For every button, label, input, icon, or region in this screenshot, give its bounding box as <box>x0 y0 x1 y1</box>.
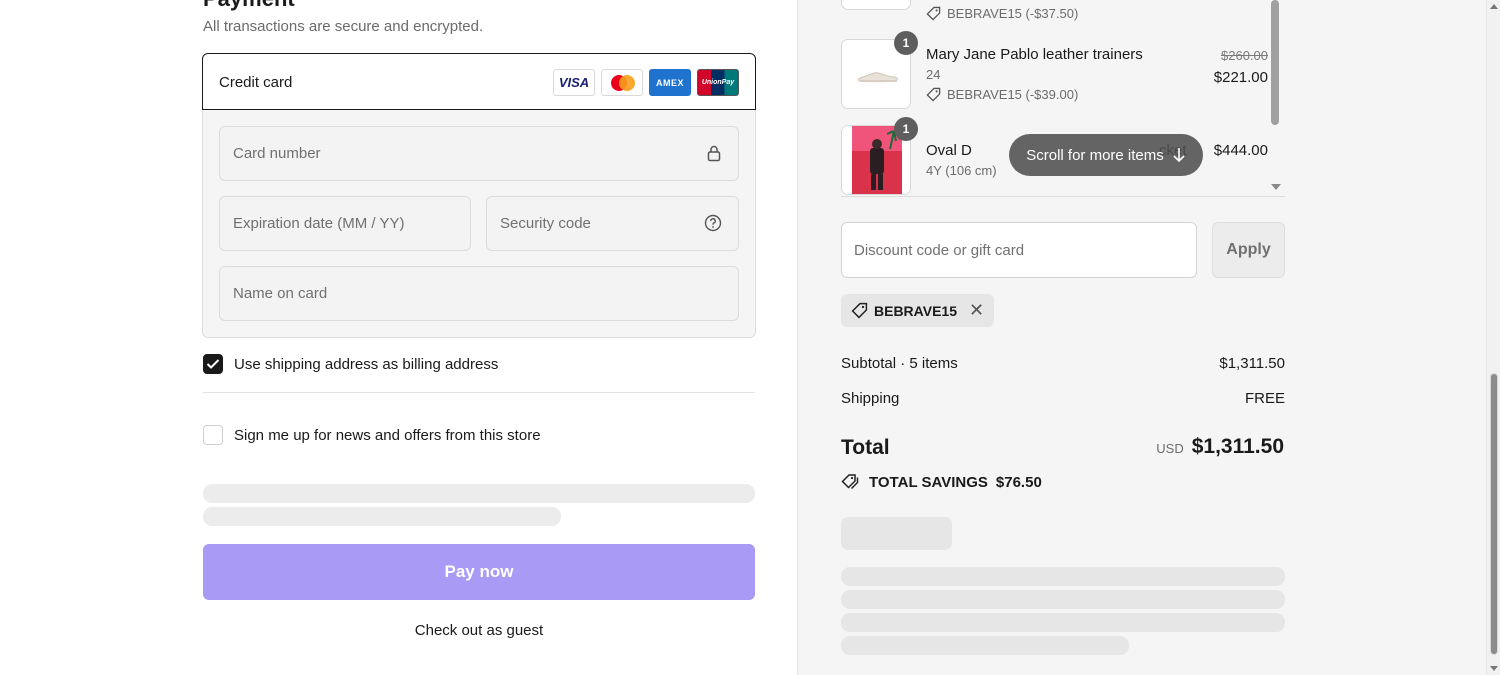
list-item: BEBRAVE15 (-$37.50) <box>841 0 1271 30</box>
loading-placeholder <box>841 517 952 550</box>
billing-address-row[interactable]: Use shipping address as billing address <box>203 354 498 374</box>
subtotal-value: $1,311.50 <box>1219 355 1285 372</box>
item-variant: 24 <box>926 67 941 82</box>
loading-placeholder <box>841 567 1285 586</box>
pay-now-button[interactable]: Pay now <box>203 544 755 600</box>
list-item: 1 Mary Jane Pablo leather trainers 24 BE… <box>841 31 1271 114</box>
page-scrollbar[interactable] <box>1486 0 1500 675</box>
divider <box>203 392 755 393</box>
item-discount: BEBRAVE15 (-$39.00) <box>926 87 1078 102</box>
expiration-placeholder: Expiration date (MM / YY) <box>233 215 405 232</box>
subtotal-label: Subtotal · 5 items <box>841 355 958 372</box>
help-icon[interactable] <box>704 214 722 236</box>
order-summary-column: BEBRAVE15 (-$37.50) 1 Mary Jane Pablo le… <box>797 0 1486 675</box>
security-code-field[interactable]: Security code <box>486 196 739 251</box>
name-on-card-placeholder: Name on card <box>233 285 328 302</box>
item-discount: BEBRAVE15 (-$37.50) <box>926 6 1078 21</box>
checkmark-icon <box>206 359 220 369</box>
items-scroll-down-arrow[interactable] <box>1271 184 1281 190</box>
tag-icon <box>926 87 941 102</box>
scroll-hint-label: Scroll for more items <box>1026 146 1164 164</box>
shipping-row: Shipping FREE <box>841 390 1285 407</box>
apply-button[interactable]: Apply <box>1212 222 1285 278</box>
order-items-list[interactable]: BEBRAVE15 (-$37.50) 1 Mary Jane Pablo le… <box>841 0 1285 197</box>
savings-label: TOTAL SAVINGS <box>869 473 988 491</box>
expiration-date-field[interactable]: Expiration date (MM / YY) <box>219 196 471 251</box>
item-price: $221.00 <box>1213 69 1268 86</box>
name-on-card-field[interactable]: Name on card <box>219 266 739 321</box>
amex-logo: AMEX <box>649 69 691 96</box>
guest-checkout-link[interactable]: Check out as guest <box>203 622 755 639</box>
shipping-label: Shipping <box>841 390 900 407</box>
savings-value: $76.50 <box>995 473 1042 491</box>
shipping-value: FREE <box>1244 390 1285 407</box>
payment-column: Payment All transactions are secure and … <box>0 0 797 675</box>
card-number-placeholder: Card number <box>233 145 321 162</box>
tag-icon <box>926 6 941 21</box>
applied-discount-chip: BEBRAVE15 ✕ <box>841 294 995 327</box>
item-name-start: Oval D <box>926 142 972 159</box>
payment-title: Payment <box>203 0 295 12</box>
credit-card-option[interactable]: Credit card VISA AMEX UnionPay <box>202 53 756 110</box>
scroll-down-arrow[interactable] <box>1490 666 1498 671</box>
currency-code: USD <box>1156 441 1184 456</box>
item-variant: 4Y (106 cm) <box>926 163 997 178</box>
newsletter-checkbox-label: Sign me up for news and offers from this… <box>234 426 541 444</box>
product-image <box>841 0 911 10</box>
loading-placeholder <box>841 613 1285 632</box>
loading-placeholder <box>203 484 755 503</box>
credit-card-label: Credit card <box>219 74 293 91</box>
visa-logo: VISA <box>553 69 595 96</box>
item-original-price: $260.00 <box>1221 48 1268 63</box>
items-scrollbar[interactable] <box>1271 0 1279 125</box>
total-amount: $1,311.50 <box>1191 435 1284 458</box>
total-label: Total <box>841 436 890 459</box>
scroll-up-arrow[interactable] <box>1490 4 1498 9</box>
payment-subtitle: All transactions are secure and encrypte… <box>203 18 484 35</box>
discount-code-input[interactable]: Discount code or gift card <box>841 222 1197 278</box>
newsletter-row[interactable]: Sign me up for news and offers from this… <box>203 425 541 445</box>
item-name: Mary Jane Pablo leather trainers <box>926 46 1143 63</box>
quantity-badge: 1 <box>894 31 918 55</box>
loading-placeholder <box>841 590 1285 609</box>
scrollbar-thumb[interactable] <box>1490 373 1498 655</box>
loading-placeholder <box>203 507 561 526</box>
applied-code-label: BEBRAVE15 <box>874 302 957 319</box>
scroll-for-more-button[interactable]: Scroll for more items <box>1009 134 1203 176</box>
billing-checkbox[interactable] <box>203 354 223 374</box>
newsletter-checkbox[interactable] <box>203 425 223 445</box>
total-savings: TOTAL SAVINGS $76.50 <box>841 473 1042 491</box>
quantity-badge: 1 <box>894 117 918 141</box>
tags-icon <box>841 474 859 490</box>
billing-checkbox-label: Use shipping address as billing address <box>234 355 499 373</box>
loading-placeholder <box>841 636 1129 655</box>
discount-placeholder: Discount code or gift card <box>854 242 1025 259</box>
subtotal-row: Subtotal · 5 items $1,311.50 <box>841 355 1285 372</box>
lock-icon <box>706 144 722 166</box>
tag-icon <box>851 302 868 319</box>
mastercard-logo <box>601 69 643 96</box>
card-brands: VISA AMEX UnionPay <box>553 69 739 96</box>
total-value: USD $1,311.50 <box>1156 435 1284 459</box>
arrow-down-icon <box>1173 148 1185 163</box>
item-price: $444.00 <box>1213 142 1268 159</box>
unionpay-logo: UnionPay <box>697 69 739 96</box>
card-number-field[interactable]: Card number <box>219 126 739 181</box>
security-code-placeholder: Security code <box>500 215 591 232</box>
remove-discount-icon[interactable]: ✕ <box>969 300 984 321</box>
